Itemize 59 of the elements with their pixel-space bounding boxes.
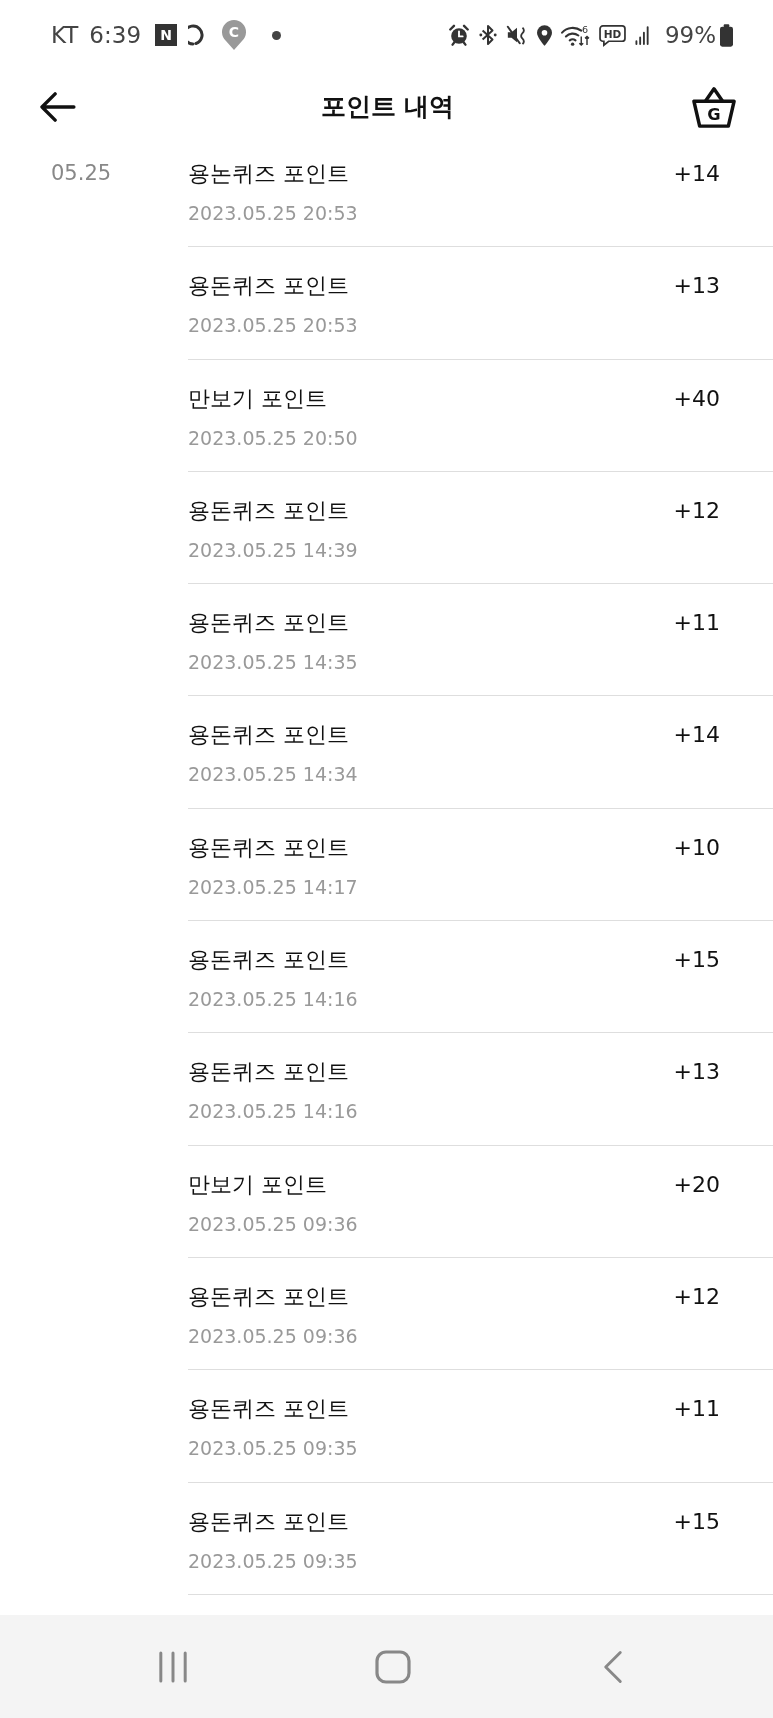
entry-title: 용돈퀴즈 포인트 [188,1282,349,1311]
app-logo-icon: N [155,24,177,46]
bluetooth-icon [478,24,497,46]
battery-percent: 99% [664,23,716,47]
points-amount: +11 [673,1395,720,1424]
recent-apps-icon [158,1649,188,1684]
entry-datetime: 2023.05.25 14:34 [188,762,358,788]
map-pin-icon: C [221,20,247,50]
points-amount: +14 [673,160,720,188]
points-amount: +13 [673,1058,720,1087]
back-arrow-icon [38,91,76,122]
clock-time: 6:39 [89,23,141,47]
location-icon [536,24,552,46]
entry-title: 용돈퀴즈 포인트 [188,833,349,862]
page-title: 포인트 내역 [320,91,455,123]
points-amount: +40 [673,384,720,413]
entry-title: 용돈퀴즈 포인트 [188,272,349,301]
points-amount: +15 [673,946,720,975]
entry-datetime: 2023.05.25 14:17 [188,874,358,900]
points-amount: +14 [673,721,720,750]
battery-icon [720,23,733,47]
entry-title: 용돈퀴즈 포인트 [188,1058,349,1087]
entry-datetime: 2023.05.25 20:53 [188,313,358,339]
entry-datetime: 2023.05.25 14:16 [188,987,358,1013]
carrier-name: KT [51,23,79,47]
date-label: 05.25 [51,161,112,185]
entry-title: 용돈퀴즈 포인트 [188,1395,349,1424]
hd-voice-icon: HD [598,23,626,47]
entry-title: 용돈퀴즈 포인트 [188,1507,349,1536]
mute-icon [505,24,528,46]
points-amount: +20 [673,1170,720,1199]
entry-datetime: 2023.05.25 09:35 [188,1436,358,1462]
points-amount: +11 [673,609,720,638]
entry-datetime: 2023.05.25 09:36 [188,1323,358,1349]
entry-datetime: 2023.05.25 09:35 [188,1548,358,1574]
entry-title: 용돈퀴즈 포인트 [188,721,349,750]
points-amount: +15 [673,1507,720,1536]
entry-title: 용돈퀴즈 포인트 [188,946,349,975]
entry-title: 만보기 포인트 [188,1170,327,1199]
points-amount: +12 [673,496,720,525]
entry-title: 만보기 포인트 [188,384,327,413]
dot-icon [272,30,281,40]
back-chevron-icon [603,1648,623,1685]
entry-datetime: 2023.05.25 09:36 [188,1211,358,1237]
points-amount: +13 [673,272,720,301]
entry-title: 용돈퀴즈 포인트 [188,609,349,638]
points-amount: +12 [673,1282,720,1311]
cart-button[interactable]: G [685,78,743,135]
entry-datetime: 2023.05.25 20:50 [188,425,358,451]
points-amount: +10 [673,833,720,862]
entry-title: 용돈퀴즈 포인트 [188,496,349,525]
entry-datetime: 2023.05.25 14:16 [188,1099,358,1125]
home-icon [375,1649,411,1684]
signal-icon [634,25,650,45]
alarm-icon [447,24,470,46]
entry-datetime: 2023.05.25 14:35 [188,650,358,676]
entry-datetime: 2023.05.25 20:53 [188,201,358,226]
entry-datetime: 2023.05.25 14:39 [188,537,358,563]
entry-title: 용논퀴즈 포인트 [188,160,349,188]
